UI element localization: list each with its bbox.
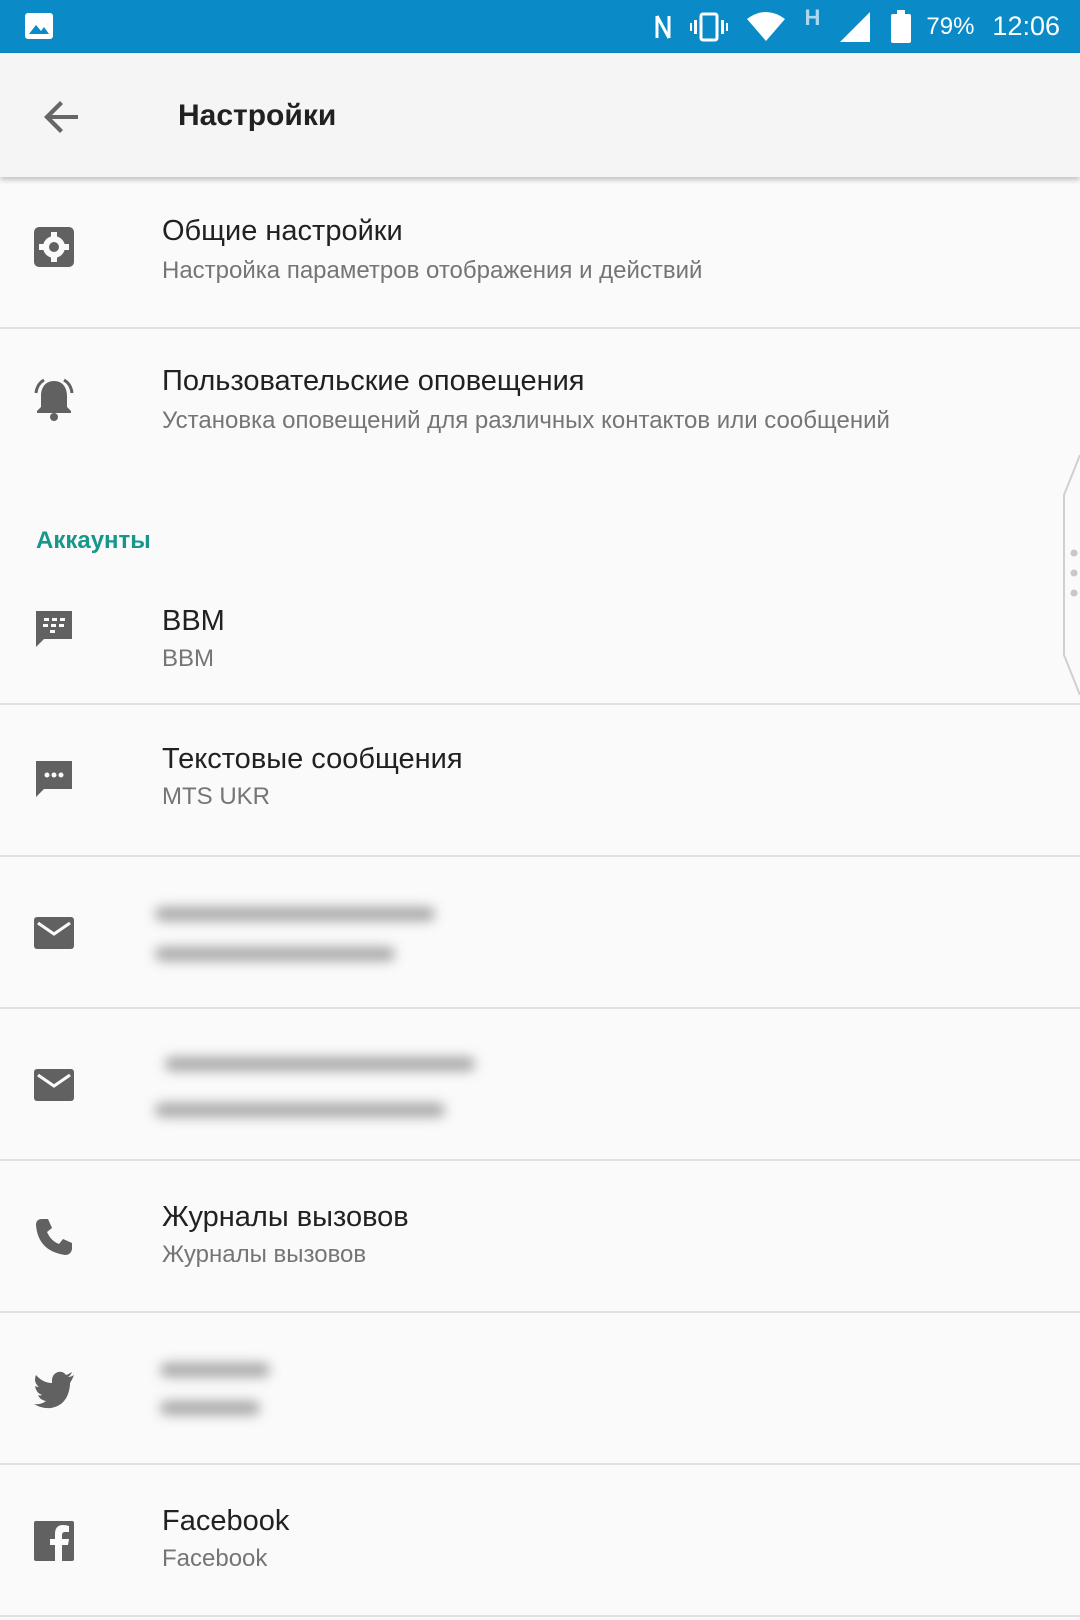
twitter-icon — [34, 1371, 74, 1409]
phone-icon — [36, 1219, 72, 1255]
item-title: Журналы вызовов — [162, 1201, 409, 1233]
account-item-call-logs[interactable]: Журналы вызовов Журналы вызовов — [0, 1161, 1080, 1313]
account-item-bbm[interactable]: BBM BBM — [0, 569, 1080, 705]
item-subtitle: Установка оповещений для различных конта… — [162, 407, 890, 434]
mail-icon — [34, 917, 74, 949]
signal-icon — [838, 11, 872, 43]
settings-list: Общие настройки Настройка параметров ото… — [0, 177, 1080, 1617]
bell-icon — [34, 378, 74, 421]
custom-notifications-item[interactable]: Пользовательские оповещения Установка оп… — [0, 329, 1080, 479]
redacted-title — [155, 907, 435, 921]
redacted-subtitle — [155, 947, 395, 961]
item-subtitle: Настройка параметров отображения и дейст… — [162, 257, 703, 284]
status-bar: H 79% 12:06 — [0, 0, 1080, 53]
gallery-icon — [25, 13, 53, 39]
redacted-title — [165, 1057, 475, 1071]
account-item-twitter[interactable] — [0, 1313, 1080, 1465]
app-bar: Настройки — [0, 53, 1080, 177]
arrow-back-icon[interactable] — [38, 93, 86, 141]
vibrate-icon — [690, 12, 729, 42]
item-subtitle: MTS UKR — [162, 783, 270, 810]
edge-panel-handle[interactable] — [1058, 455, 1080, 695]
item-subtitle: Facebook — [162, 1545, 268, 1572]
section-label: Аккаунты — [36, 527, 151, 554]
general-settings-item[interactable]: Общие настройки Настройка параметров ото… — [0, 177, 1080, 329]
network-type: H — [804, 4, 821, 30]
clock: 12:06 — [992, 11, 1060, 41]
battery-percent: 79% — [926, 12, 975, 40]
gear-icon — [34, 227, 74, 267]
item-title: Текстовые сообщения — [162, 743, 463, 775]
item-title: Пользовательские оповещения — [162, 365, 585, 397]
accounts-section-header: Аккаунты — [0, 479, 1080, 569]
account-item-facebook[interactable]: Facebook Facebook — [0, 1465, 1080, 1617]
sms-icon — [36, 761, 72, 797]
battery-icon — [890, 9, 912, 44]
item-subtitle: Журналы вызовов — [162, 1241, 367, 1268]
bbm-icon — [36, 611, 72, 647]
page-title: Настройки — [178, 99, 337, 132]
nfc-icon — [654, 12, 672, 42]
mail-icon — [34, 1069, 74, 1101]
facebook-icon — [34, 1521, 74, 1561]
redacted-subtitle — [155, 1103, 445, 1117]
item-subtitle: BBM — [162, 645, 215, 672]
redacted-title — [160, 1363, 270, 1377]
wifi-icon — [746, 11, 786, 43]
account-item-email-2[interactable] — [0, 1009, 1080, 1161]
item-title: Общие настройки — [162, 215, 403, 247]
item-title: Facebook — [162, 1505, 290, 1537]
account-item-email-1[interactable] — [0, 857, 1080, 1009]
item-title: BBM — [162, 605, 225, 637]
account-item-sms[interactable]: Текстовые сообщения MTS UKR — [0, 705, 1080, 857]
redacted-subtitle — [160, 1401, 260, 1415]
